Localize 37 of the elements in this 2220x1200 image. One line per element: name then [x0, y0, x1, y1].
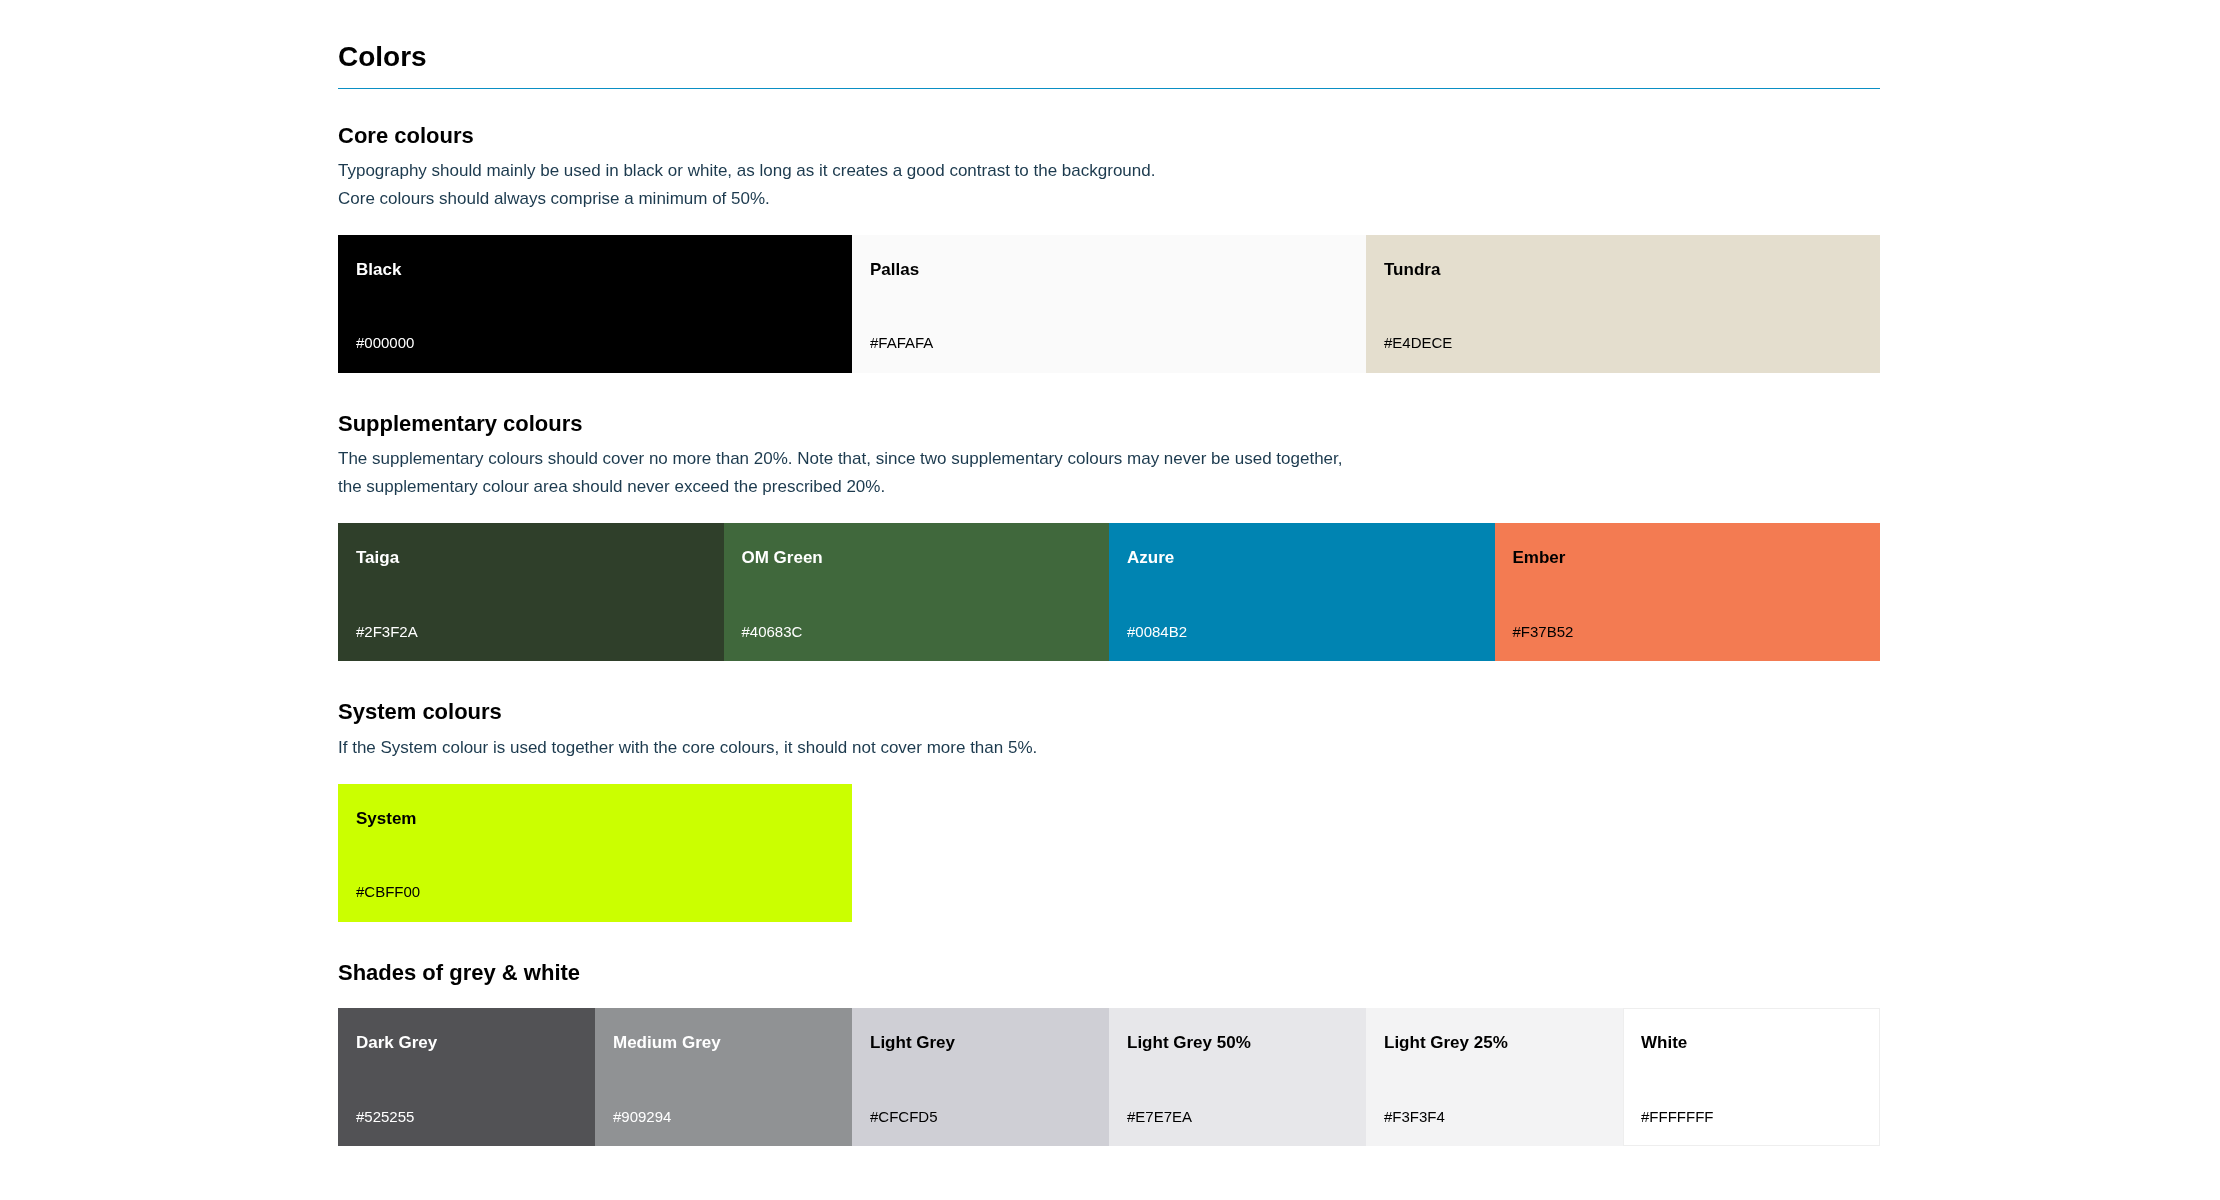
swatch-name: Black	[356, 259, 403, 281]
swatch-hex-code: #F37B52	[1512, 621, 1575, 642]
swatch-hex-code: #525255	[356, 1106, 416, 1127]
section-heading: Core colours	[338, 122, 475, 149]
swatch-name: Medium Grey	[613, 1032, 722, 1055]
swatch-name: Ember	[1512, 547, 1567, 570]
section-heading: Shades of grey & white	[338, 959, 582, 987]
swatch-hex-code: #E4DECE	[1384, 333, 1454, 354]
swatch-name: White	[1641, 1032, 1689, 1055]
swatch-hex-code: #909294	[613, 1106, 673, 1127]
swatch-hex-code: #E7E7EA	[1127, 1106, 1194, 1127]
swatch-name: Light Grey	[870, 1032, 956, 1055]
swatch-hex-code: #0084B2	[1127, 621, 1189, 642]
swatch-name: OM Green	[741, 547, 824, 570]
section-description: The supplementary colours should cover no more than 20%. Note that, since two supplementary colours may never be used together, the supplementary colour area should never exceed the prescribed 20%.	[338, 448, 1344, 499]
section-heading: Supplementary colours	[338, 411, 584, 438]
swatch-name: Pallas	[870, 259, 921, 281]
swatch-name: Light Grey 50%	[1127, 1032, 1252, 1055]
swatch-name: System	[356, 807, 418, 830]
swatch-hex-code: #F3F3F4	[1384, 1106, 1446, 1127]
section-description: If the System colour is used together with the core colours, it should not cover more than 5%.	[338, 736, 1039, 759]
swatch-hex-code: #FAFAFA	[870, 333, 935, 354]
swatch-name: Tundra	[1384, 259, 1442, 281]
section-description: Typography should mainly be used in black or white, as long as it creates a good contrast to the background.	[338, 160, 1157, 182]
swatch-hex-code: #CBFF00	[356, 882, 422, 903]
swatch-hex-code: #40683C	[741, 621, 804, 642]
section-description: Core colours should always comprise a minimum of 50%.	[338, 188, 771, 210]
swatch-hex-code: #FFFFFFF	[1641, 1106, 1715, 1127]
page-title: Colors	[338, 40, 1880, 89]
swatch-name: Azure	[1127, 547, 1176, 570]
section-heading: System colours	[338, 699, 503, 726]
swatch-name: Light Grey 25%	[1384, 1032, 1509, 1055]
swatch-hex-code: #CFCFD5	[870, 1106, 939, 1127]
swatch-name: Taiga	[356, 547, 401, 570]
swatch-hex-code: #000000	[356, 333, 416, 354]
swatch-name: Dark Grey	[356, 1032, 439, 1055]
swatch-hex-code: #2F3F2A	[356, 621, 419, 642]
